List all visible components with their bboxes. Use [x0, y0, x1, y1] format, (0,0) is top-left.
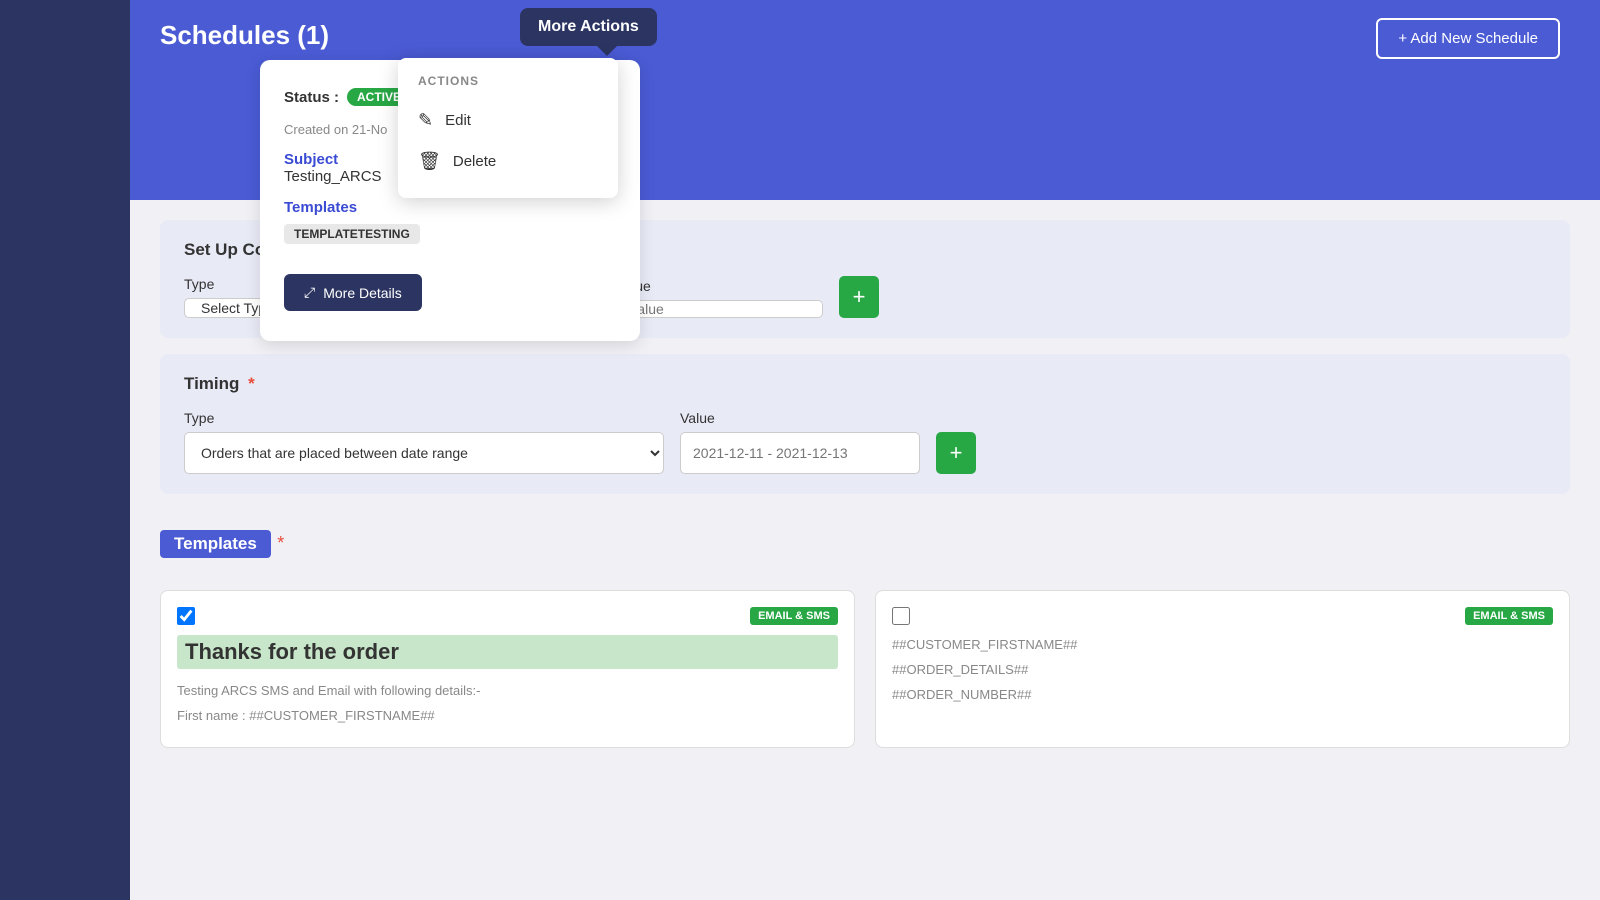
- trash-icon: 🗑: [418, 151, 441, 172]
- left-sidebar: [0, 0, 130, 900]
- header-area: Schedules (1) + Add New Schedule Status …: [130, 0, 1600, 200]
- value-col: Value: [616, 278, 823, 318]
- add-timing-button[interactable]: +: [936, 432, 976, 474]
- timing-value-input[interactable]: [680, 432, 920, 474]
- template-2-body: ##CUSTOMER_FIRSTNAME## ##ORDER_DETAILS##…: [892, 635, 1553, 705]
- timing-form-row: Type Orders that are placed between date…: [184, 410, 1546, 474]
- template-1-checkbox[interactable]: [177, 607, 195, 625]
- template-tag: TEMPLATETESTING: [284, 224, 420, 244]
- templates-title-row: Templates *: [160, 530, 1570, 574]
- edit-action[interactable]: ✎ Edit: [418, 100, 598, 141]
- timing-value-label: Value: [680, 410, 920, 426]
- templates-label: Templates: [284, 199, 616, 216]
- edit-icon: ✎: [418, 110, 433, 131]
- page-title: Schedules (1): [160, 20, 1570, 51]
- status-row: Status : ACTIVE: [284, 88, 411, 106]
- add-new-schedule-button[interactable]: + Add New Schedule: [1376, 18, 1560, 59]
- value-label: Value: [616, 278, 823, 294]
- actions-section-label: ACTIONS: [418, 74, 598, 88]
- status-label: Status :: [284, 89, 339, 106]
- template-2-checkbox[interactable]: [892, 607, 910, 625]
- delete-action[interactable]: 🗑 Delete: [418, 141, 598, 182]
- templates-required: *: [277, 533, 284, 553]
- add-condition-button[interactable]: +: [839, 276, 879, 318]
- timing-value-col: Value: [680, 410, 920, 474]
- template-card-1: EMAIL & SMS Thanks for the order Testing…: [160, 590, 855, 748]
- timing-type-select[interactable]: Orders that are placed between date rang…: [184, 432, 664, 474]
- actions-dropdown: ACTIONS ✎ Edit 🗑 Delete: [398, 58, 618, 198]
- template-1-subject: Thanks for the order: [177, 635, 838, 669]
- templates-title: Templates: [160, 530, 271, 558]
- template-2-badge: EMAIL & SMS: [1465, 607, 1553, 625]
- timing-section: Timing * Type Orders that are placed bet…: [160, 354, 1570, 494]
- more-details-button[interactable]: ⤢ More Details: [284, 274, 422, 311]
- template-2-line1: ##CUSTOMER_FIRSTNAME##: [892, 635, 1553, 656]
- template-card-2: EMAIL & SMS ##CUSTOMER_FIRSTNAME## ##ORD…: [875, 590, 1570, 748]
- template-2-line2: ##ORDER_DETAILS##: [892, 660, 1553, 681]
- timing-title: Timing *: [184, 374, 1546, 394]
- template-card-2-header: EMAIL & SMS: [892, 607, 1553, 625]
- expand-icon: ⤢: [304, 284, 315, 301]
- timing-type-label: Type: [184, 410, 664, 426]
- template-1-badge: EMAIL & SMS: [750, 607, 838, 625]
- template-2-line3: ##ORDER_NUMBER##: [892, 685, 1553, 706]
- template-card-1-header: EMAIL & SMS: [177, 607, 838, 625]
- templates-section: Templates * EMAIL & SMS Thanks for the o…: [160, 510, 1570, 768]
- template-1-line1: Testing ARCS SMS and Email with followin…: [177, 681, 838, 702]
- template-1-line2: First name : ##CUSTOMER_FIRSTNAME##: [177, 706, 838, 727]
- more-actions-tooltip: More Actions: [520, 8, 657, 46]
- templates-grid: EMAIL & SMS Thanks for the order Testing…: [160, 590, 1570, 748]
- value-input[interactable]: [616, 300, 823, 318]
- template-1-body: Testing ARCS SMS and Email with followin…: [177, 681, 838, 727]
- timing-type-col: Type Orders that are placed between date…: [184, 410, 664, 474]
